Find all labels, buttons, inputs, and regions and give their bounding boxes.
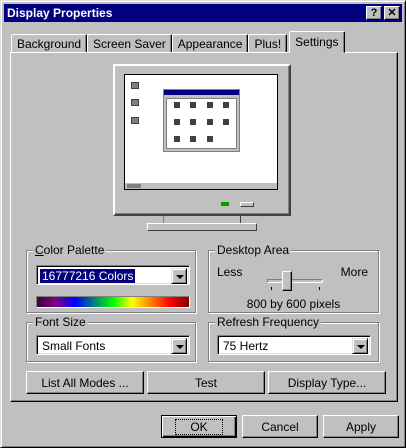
- refresh-frequency-label: Refresh Frequency: [215, 315, 322, 329]
- apply-button[interactable]: Apply: [323, 415, 399, 438]
- list-all-modes-button[interactable]: List All Modes ...: [26, 371, 144, 394]
- resolution-text: 800 by 600 pixels: [246, 297, 341, 311]
- monitor-stand-base: [147, 223, 257, 231]
- resolution-slider-thumb[interactable]: [281, 271, 292, 291]
- font-size-group: Font Size Small Fonts: [26, 315, 196, 362]
- preview-start-button: [127, 184, 141, 188]
- chevron-down-icon[interactable]: [352, 338, 368, 354]
- tab-screen-saver[interactable]: Screen Saver: [87, 34, 172, 53]
- color-palette-label-text: olor Palette: [43, 243, 105, 257]
- desktop-area-label: Desktop Area: [215, 243, 292, 257]
- chevron-down-icon[interactable]: [171, 338, 187, 354]
- monitor-stand-neck: [163, 216, 241, 223]
- desktop-area-group: Desktop Area Less More 800 by 600 pixels: [208, 243, 379, 313]
- color-palette-value: 16777216 Colors: [38, 268, 137, 284]
- title-bar[interactable]: Display Properties ? ✕: [4, 4, 402, 22]
- help-button[interactable]: ?: [366, 6, 382, 20]
- color-palette-group: Color Palette 16777216 Colors: [26, 243, 196, 313]
- preview-window: [163, 89, 240, 152]
- tab-background[interactable]: Background: [11, 34, 88, 53]
- display-properties-dialog: Display Properties ? ✕ Background Screen…: [0, 0, 406, 448]
- close-button[interactable]: ✕: [384, 6, 400, 20]
- power-button: [240, 202, 254, 207]
- slider-tick: [319, 287, 320, 290]
- ok-button-label: OK: [175, 418, 223, 435]
- slider-less-label: Less: [217, 265, 243, 279]
- resolution-slider-track[interactable]: [267, 279, 323, 283]
- slider-more-label: More: [340, 265, 368, 279]
- cancel-button[interactable]: Cancel: [242, 415, 318, 438]
- preview-window-body: [166, 98, 237, 149]
- window-title: Display Properties: [7, 6, 113, 20]
- preview-taskbar: [125, 182, 277, 189]
- preview-window-title: [164, 90, 239, 95]
- settings-panel: Color Palette 16777216 Colors Desktop Ar…: [10, 52, 398, 402]
- refresh-frequency-group: Refresh Frequency 75 Hertz: [208, 315, 379, 362]
- desktop-icon: [131, 82, 139, 89]
- slider-tick: [271, 287, 272, 290]
- chevron-down-icon[interactable]: [171, 268, 187, 284]
- power-led: [221, 202, 229, 206]
- font-size-value: Small Fonts: [42, 339, 106, 353]
- font-size-select[interactable]: Small Fonts: [36, 335, 190, 355]
- color-palette-label: Color Palette: [33, 243, 107, 257]
- display-type-button[interactable]: Display Type...: [268, 371, 386, 394]
- test-button[interactable]: Test: [147, 371, 265, 394]
- color-palette-select[interactable]: 16777216 Colors: [36, 265, 190, 285]
- refresh-frequency-value: 75 Hertz: [223, 339, 269, 353]
- desktop-icon: [131, 117, 139, 124]
- desktop-icon: [131, 99, 139, 106]
- tab-plus[interactable]: Plus!: [248, 34, 288, 53]
- tab-strip: Background Screen Saver Appearance Plus!…: [11, 31, 345, 53]
- tab-settings[interactable]: Settings: [289, 31, 345, 53]
- monitor-screen: [124, 74, 278, 190]
- ok-button[interactable]: OK: [161, 415, 237, 438]
- monitor-preview: [113, 64, 291, 216]
- color-spectrum-bar: [36, 296, 190, 308]
- font-size-label: Font Size: [33, 315, 88, 329]
- refresh-frequency-select[interactable]: 75 Hertz: [217, 335, 371, 355]
- tab-appearance[interactable]: Appearance: [171, 34, 249, 53]
